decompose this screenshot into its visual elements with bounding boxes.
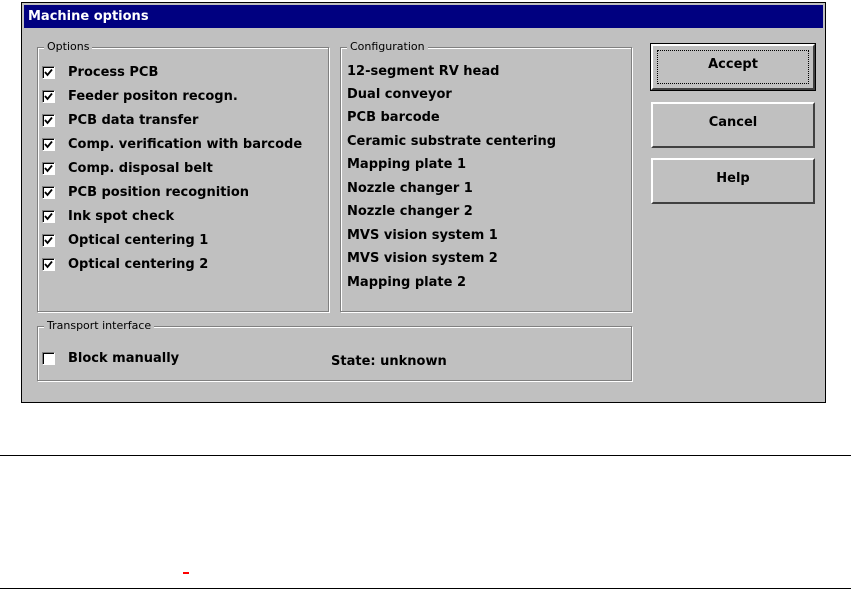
checkbox-checked-icon[interactable] — [42, 113, 55, 127]
configuration-group-legend: Configuration — [347, 40, 428, 54]
transport-interface-group: Transport interface Block manually State… — [37, 319, 632, 381]
option-optical-centering-2[interactable]: Optical centering 2 — [42, 254, 208, 274]
option-label: PCB data transfer — [68, 112, 199, 128]
checkbox-checked-icon[interactable] — [42, 209, 55, 223]
config-item: PCB barcode — [347, 110, 440, 125]
dialog-title: Machine options — [24, 5, 823, 28]
red-marker — [183, 572, 189, 574]
checkbox-checked-icon[interactable] — [42, 257, 55, 271]
transport-interface-legend: Transport interface — [44, 319, 155, 333]
option-label: Feeder positon recogn. — [68, 88, 238, 104]
checkbox-checked-icon[interactable] — [42, 233, 55, 247]
block-manually-option[interactable]: Block manually — [42, 348, 179, 368]
option-comp-disposal-belt[interactable]: Comp. disposal belt — [42, 158, 213, 178]
config-item: Dual conveyor — [347, 87, 452, 102]
help-button[interactable]: Help — [651, 158, 815, 204]
checkbox-checked-icon[interactable] — [42, 65, 55, 79]
option-label: PCB position recognition — [68, 184, 250, 200]
option-ink-spot-check[interactable]: Ink spot check — [42, 206, 174, 226]
option-label: Optical centering 2 — [68, 256, 209, 272]
transport-state-text: State: unknown — [331, 354, 447, 369]
option-comp-verification-barcode[interactable]: Comp. verification with barcode — [42, 134, 302, 154]
checkbox-checked-icon[interactable] — [42, 185, 55, 199]
configuration-group: Configuration 12-segment RV head Dual co… — [340, 40, 632, 312]
config-item: Mapping plate 2 — [347, 275, 466, 290]
option-label: Ink spot check — [68, 208, 175, 224]
option-label: Optical centering 1 — [68, 232, 209, 248]
checkbox-checked-icon[interactable] — [42, 161, 55, 175]
block-manually-label: Block manually — [68, 350, 180, 366]
cancel-button[interactable]: Cancel — [651, 102, 815, 148]
machine-options-dialog: Machine options Options Process PCB Feed… — [21, 2, 826, 403]
config-item: 12-segment RV head — [347, 64, 500, 79]
checkbox-checked-icon[interactable] — [42, 137, 55, 151]
option-process-pcb[interactable]: Process PCB — [42, 62, 158, 82]
option-label: Comp. verification with barcode — [68, 136, 303, 152]
divider-line-bottom — [0, 588, 851, 589]
options-group-legend: Options — [44, 40, 93, 54]
option-optical-centering-1[interactable]: Optical centering 1 — [42, 230, 208, 250]
config-item: MVS vision system 1 — [347, 228, 498, 243]
accept-button[interactable]: Accept — [650, 43, 816, 91]
option-pcb-position-recognition[interactable]: PCB position recognition — [42, 182, 249, 202]
divider-line-top — [0, 455, 851, 456]
option-label: Comp. disposal belt — [68, 160, 213, 176]
accept-button-label: Accept — [708, 57, 758, 72]
help-button-label: Help — [716, 171, 750, 186]
config-item: Ceramic substrate centering — [347, 134, 557, 149]
checkbox-checked-icon[interactable] — [42, 89, 55, 103]
checkbox-unchecked-icon[interactable] — [42, 351, 55, 365]
cancel-button-label: Cancel — [708, 115, 758, 130]
config-item: Nozzle changer 2 — [347, 204, 473, 219]
option-pcb-data-transfer[interactable]: PCB data transfer — [42, 110, 198, 130]
option-label: Process PCB — [68, 64, 159, 80]
config-item: MVS vision system 2 — [347, 251, 498, 266]
config-item: Nozzle changer 1 — [347, 181, 473, 196]
config-item: Mapping plate 1 — [347, 157, 466, 172]
options-group: Options Process PCB Feeder positon recog… — [37, 40, 329, 312]
option-feeder-position-recogn[interactable]: Feeder positon recogn. — [42, 86, 238, 106]
